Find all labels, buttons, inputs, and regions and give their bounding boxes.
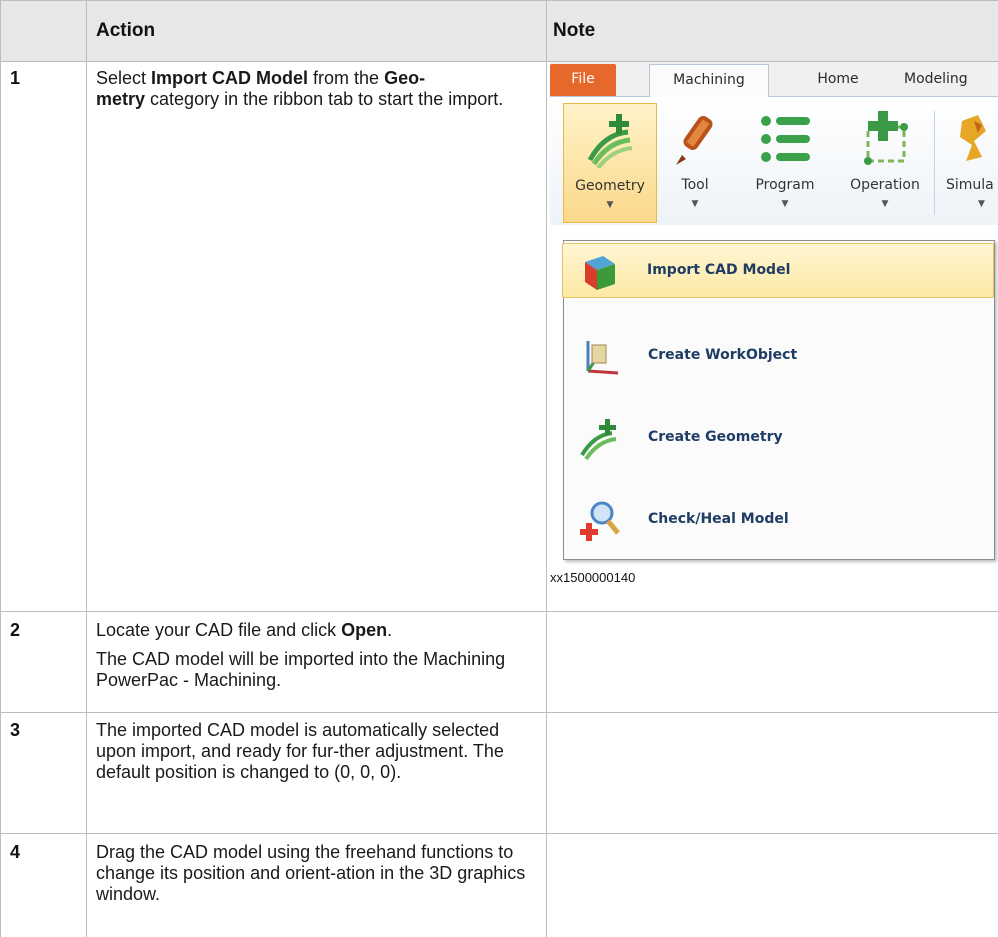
menu-item-create-workobject[interactable]: Create WorkObject bbox=[564, 329, 994, 385]
step-number: 1 bbox=[10, 68, 21, 88]
menu-label: Create WorkObject bbox=[648, 347, 798, 363]
step-number: 2 bbox=[10, 620, 21, 640]
chevron-down-icon: ▼ bbox=[691, 199, 699, 209]
step-3-action: The imported CAD model is automatically … bbox=[96, 720, 504, 782]
menu-item-check-heal-model[interactable]: Check/Heal Model bbox=[564, 493, 994, 549]
figure-caption: xx1500000140 bbox=[550, 570, 636, 585]
simulation-icon bbox=[960, 115, 986, 161]
chevron-down-icon: ▼ bbox=[881, 199, 889, 209]
menu-item-create-geometry[interactable]: Create Geometry bbox=[564, 411, 994, 467]
geometry-icon bbox=[587, 114, 633, 168]
header-note: Note bbox=[553, 20, 596, 41]
check-heal-icon bbox=[580, 501, 620, 541]
ribbon-screenshot: File Machining Home Modeling Geometry ▼ bbox=[550, 62, 998, 567]
tab-file[interactable]: File bbox=[550, 64, 616, 96]
program-icon bbox=[761, 116, 810, 162]
step-4-action: Drag the CAD model using the freehand fu… bbox=[96, 842, 526, 904]
workobject-icon bbox=[586, 341, 619, 375]
step-1-action: Select Import CAD Model from the Geo-met… bbox=[96, 68, 504, 109]
step-number: 3 bbox=[10, 720, 21, 740]
create-geometry-icon bbox=[580, 419, 617, 461]
menu-label: Check/Heal Model bbox=[648, 511, 789, 527]
table-border-left bbox=[0, 0, 1, 937]
header-action: Action bbox=[96, 20, 156, 41]
simulation-button[interactable]: Simula ▼ bbox=[938, 103, 998, 221]
geometry-button[interactable]: Geometry ▼ bbox=[563, 103, 657, 223]
chevron-down-icon: ▼ bbox=[781, 199, 789, 209]
import-cad-icon bbox=[585, 256, 615, 290]
step-2-action: Locate your CAD file and click Open. The… bbox=[96, 620, 506, 690]
tool-icon bbox=[676, 116, 713, 165]
tab-modeling[interactable]: Modeling bbox=[904, 64, 998, 96]
tab-home[interactable]: Home bbox=[808, 64, 868, 96]
tool-label: Tool bbox=[681, 177, 709, 193]
ribbon-panel: Geometry ▼ Tool ▼ Program ▼ Operation ▼ … bbox=[550, 97, 998, 225]
operation-label: Operation bbox=[850, 177, 920, 193]
chevron-down-icon: ▼ bbox=[606, 200, 614, 210]
operation-icon bbox=[864, 111, 908, 165]
chevron-down-icon: ▼ bbox=[978, 199, 985, 209]
program-button[interactable]: Program ▼ bbox=[738, 103, 832, 221]
operation-button[interactable]: Operation ▼ bbox=[838, 103, 932, 221]
ribbon-tab-bar: File Machining Home Modeling bbox=[550, 62, 998, 98]
step-number: 4 bbox=[10, 842, 21, 862]
program-label: Program bbox=[755, 177, 815, 193]
tab-machining[interactable]: Machining bbox=[649, 64, 769, 98]
row-divider bbox=[0, 833, 998, 834]
geometry-dropdown-menu: Import CAD Model Create WorkObject Creat… bbox=[562, 240, 995, 560]
row-divider bbox=[0, 712, 998, 713]
table-border-top bbox=[0, 0, 998, 1]
row-divider bbox=[0, 611, 998, 612]
table-divider-step bbox=[86, 0, 87, 937]
menu-item-import-cad-model[interactable]: Import CAD Model bbox=[562, 243, 994, 298]
menu-label: Import CAD Model bbox=[647, 262, 791, 278]
geometry-label: Geometry bbox=[575, 178, 645, 194]
table-divider-note bbox=[546, 0, 547, 937]
ribbon-separator bbox=[934, 111, 935, 215]
simulation-label: Simula bbox=[946, 177, 994, 193]
tool-button[interactable]: Tool ▼ bbox=[662, 103, 728, 221]
menu-label: Create Geometry bbox=[648, 429, 783, 445]
